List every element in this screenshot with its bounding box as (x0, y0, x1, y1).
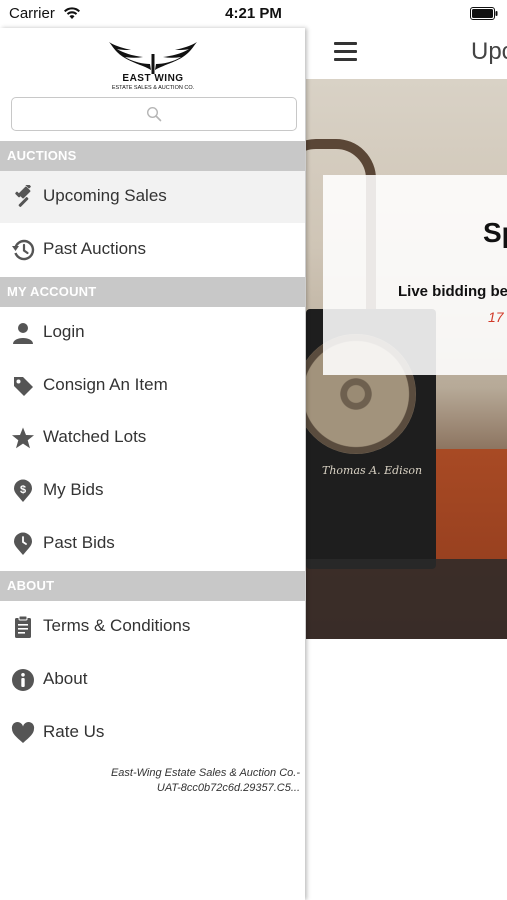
sale-hero-image[interactable]: Thomas A. Edison Sp Live bidding be 17 (306, 79, 507, 639)
menu-item-about[interactable]: About (0, 654, 305, 706)
menu-item-upcoming-sales[interactable]: Upcoming Sales (0, 171, 305, 223)
clipboard-icon (15, 615, 31, 638)
svg-text:$: $ (20, 484, 26, 496)
menu-item-label: Consign An Item (43, 375, 168, 394)
history-icon (12, 239, 35, 261)
section-header-about: ABOUT (0, 571, 305, 601)
menu-item-label: Login (43, 322, 85, 341)
hero-brand-text: Thomas A. Edison (322, 464, 423, 477)
gavel-icon (15, 185, 31, 207)
footer-line-company: East-Wing Estate Sales & Auction Co.- (110, 767, 300, 779)
section-header-my-account: MY ACCOUNT (0, 277, 305, 307)
menu-item-label: Terms & Conditions (43, 616, 191, 635)
main-screen: Upc Thomas A. Edison Sp Live bidding be … (306, 28, 507, 900)
menu-item-watched-lots[interactable]: Watched Lots (0, 412, 305, 464)
heart-icon (11, 722, 35, 743)
sale-card-heading: Sp (483, 217, 507, 248)
info-icon (12, 669, 34, 691)
star-icon (12, 427, 34, 449)
tag-icon (14, 377, 33, 396)
footer-line-build: UAT-8cc0b72c6d.29357.C5... (156, 782, 300, 794)
menu-item-label: About (43, 669, 88, 688)
nav-bar: Upc (306, 28, 507, 78)
app-version-footer: East-Wing Estate Sales & Auction Co.- UA… (10, 766, 300, 796)
menu-item-consign[interactable]: Consign An Item (0, 360, 305, 412)
user-icon (13, 323, 33, 344)
menu-item-login[interactable]: Login (0, 307, 305, 359)
menu-item-terms[interactable]: Terms & Conditions (0, 601, 305, 653)
search-icon (146, 106, 162, 122)
menu-item-label: Past Bids (43, 533, 115, 552)
nav-title: Upc (471, 38, 507, 65)
menu-item-my-bids[interactable]: $ My Bids (0, 465, 305, 517)
side-drawer: EAST WING ESTATE SALES & AUCTION CO. AUC… (0, 28, 305, 900)
menu-item-label: My Bids (43, 480, 104, 499)
logo-title: EAST WING (122, 73, 184, 84)
menu-item-rate-us[interactable]: Rate Us (0, 707, 305, 759)
menu-item-label: Upcoming Sales (43, 186, 167, 205)
sale-card-subtitle: Live bidding be (398, 283, 507, 300)
sale-card-date: 17 (488, 309, 504, 325)
menu-item-label: Past Auctions (43, 239, 147, 258)
menu-item-label: Watched Lots (43, 427, 147, 446)
dollar-pin-icon: $ (14, 479, 32, 502)
logo-subtitle: ESTATE SALES & AUCTION CO. (111, 85, 195, 91)
sale-card[interactable]: Sp Live bidding be 17 (323, 175, 507, 375)
hamburger-menu-icon[interactable] (334, 42, 357, 62)
battery-icon (470, 7, 498, 20)
section-header-auctions: AUCTIONS (0, 141, 305, 171)
hero-base (306, 559, 507, 639)
clock: 4:21 PM (225, 5, 282, 22)
status-bar: Carrier 4:21 PM (0, 0, 507, 28)
menu-item-label: Rate Us (43, 722, 105, 741)
clock-pin-icon (14, 532, 32, 555)
menu-item-past-auctions[interactable]: Past Auctions (0, 224, 305, 276)
menu-item-past-bids[interactable]: Past Bids (0, 518, 305, 570)
brand-logo: EAST WING ESTATE SALES & AUCTION CO. (105, 40, 201, 96)
eagle-wings-icon (109, 42, 197, 74)
search-box[interactable] (11, 97, 297, 131)
